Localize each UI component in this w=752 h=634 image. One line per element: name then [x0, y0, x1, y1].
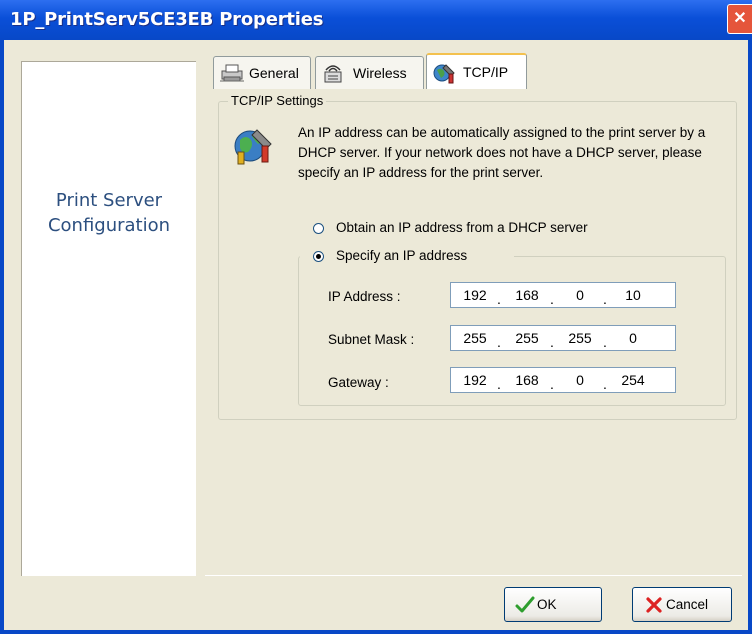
- ip-address-label: IP Address :: [328, 289, 401, 304]
- cancel-x-icon: [646, 597, 662, 613]
- tab-general[interactable]: General: [213, 56, 311, 89]
- side-banner: Print Server Configuration: [21, 61, 196, 576]
- ip-octet-3[interactable]: 0: [560, 287, 600, 303]
- dhcp-radio-label[interactable]: Obtain an IP address from a DHCP server: [336, 220, 588, 235]
- gateway-octet-3[interactable]: 0: [560, 372, 600, 388]
- ok-button[interactable]: OK: [504, 587, 602, 622]
- footer-separator: [205, 575, 742, 576]
- tab-general-label: General: [249, 65, 299, 81]
- static-ip-radio-label[interactable]: Specify an IP address: [336, 248, 467, 263]
- subnet-octet-1[interactable]: 255: [455, 330, 495, 346]
- title-bar[interactable]: 1P_PrintServ5CE3EB Properties ✕: [0, 0, 752, 40]
- ip-address-field[interactable]: 192 . 168 . 0 . 10: [450, 282, 676, 308]
- subnet-mask-field[interactable]: 255 . 255 . 255 . 0: [450, 325, 676, 351]
- side-banner-title-line1: Print Server: [55, 190, 163, 211]
- tab-tcpip-label: TCP/IP: [463, 64, 509, 80]
- window-frame-left: [0, 40, 4, 634]
- tcpip-settings-title: TCP/IP Settings: [228, 93, 327, 108]
- ip-octet-2[interactable]: 168: [507, 287, 547, 303]
- cancel-button-label: Cancel: [666, 597, 709, 612]
- ip-dot: .: [497, 291, 501, 307]
- cancel-button[interactable]: Cancel: [632, 587, 732, 622]
- window-title: 1P_PrintServ5CE3EB Properties: [10, 9, 324, 30]
- network-settings-icon: [234, 129, 272, 165]
- tab-tcpip[interactable]: TCP/IP: [426, 53, 527, 91]
- subnet-mask-label: Subnet Mask :: [328, 332, 415, 347]
- ip-dot: .: [497, 334, 501, 350]
- properties-dialog: 1P_PrintServ5CE3EB Properties ✕ Print Se…: [0, 0, 752, 634]
- dhcp-radio[interactable]: [313, 223, 324, 234]
- wireless-icon: [324, 65, 342, 83]
- window-frame-right: [748, 40, 752, 634]
- checkmark-icon: [515, 596, 535, 613]
- ip-dot: .: [550, 334, 554, 350]
- tab-wireless-label: Wireless: [353, 65, 407, 81]
- side-banner-title-line2: Configuration: [47, 215, 171, 236]
- ip-octet-1[interactable]: 192: [455, 287, 495, 303]
- static-ip-radio[interactable]: [313, 251, 324, 262]
- gateway-octet-4[interactable]: 254: [613, 372, 653, 388]
- gateway-octet-2[interactable]: 168: [507, 372, 547, 388]
- ip-dot: .: [603, 334, 607, 350]
- radio-selected-dot: [316, 254, 321, 259]
- ip-octet-4[interactable]: 10: [613, 287, 653, 303]
- close-button[interactable]: ✕: [727, 4, 752, 34]
- subnet-octet-4[interactable]: 0: [613, 330, 653, 346]
- gateway-field[interactable]: 192 . 168 . 0 . 254: [450, 367, 676, 393]
- ip-dot: .: [497, 376, 501, 392]
- tab-wireless[interactable]: Wireless: [315, 56, 424, 89]
- network-tools-icon: [433, 64, 455, 84]
- close-icon: ✕: [733, 10, 747, 27]
- tcpip-description: An IP address can be automatically assig…: [298, 125, 706, 180]
- ip-dot: .: [603, 291, 607, 307]
- ip-dot: .: [603, 376, 607, 392]
- subnet-octet-2[interactable]: 255: [507, 330, 547, 346]
- subnet-octet-3[interactable]: 255: [560, 330, 600, 346]
- ok-button-label: OK: [537, 597, 557, 612]
- gateway-label: Gateway :: [328, 375, 389, 390]
- gateway-octet-1[interactable]: 192: [455, 372, 495, 388]
- printer-icon: [220, 64, 244, 82]
- window-frame-bottom: [0, 630, 752, 634]
- ip-dot: .: [550, 291, 554, 307]
- ip-dot: .: [550, 376, 554, 392]
